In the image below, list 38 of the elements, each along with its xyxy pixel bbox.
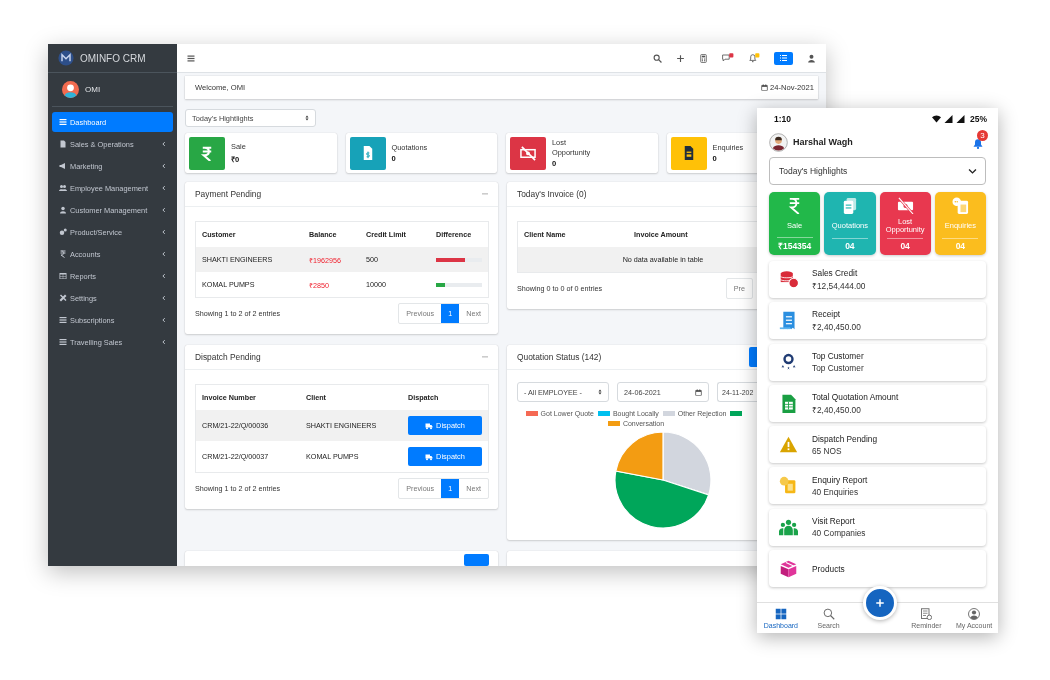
- notification-badge: 3: [977, 130, 988, 141]
- panel-title: Dispatch Pending: [195, 352, 261, 362]
- brand-name: OMINFO CRM: [80, 52, 146, 64]
- card-title: Dispatch Pending: [812, 433, 878, 444]
- card-title: Receipt: [812, 309, 842, 320]
- report-card[interactable]: Receipt ₹2,40,450.00: [769, 302, 986, 340]
- report-card[interactable]: Sales Credit ₹12,54,444.00: [769, 261, 986, 298]
- card-title: Visit Report: [812, 516, 856, 527]
- card-value: 65 NOS: [812, 445, 843, 456]
- card-title: Products: [812, 563, 845, 574]
- report-card[interactable]: Products: [769, 550, 986, 588]
- status-time: 1:10: [774, 114, 791, 124]
- user-name: Harshal Wagh: [793, 137, 853, 147]
- card-title: Enquiry Report: [812, 475, 868, 485]
- panel-title: Payment Pending: [195, 189, 262, 199]
- card-value: Top Customer: [812, 363, 864, 374]
- card-value: ₹2,40,450.00: [812, 321, 861, 333]
- report-card[interactable]: Total Quotation Amount ₹2,40,450.00: [769, 384, 986, 422]
- report-card[interactable]: Top Customer Top Customer: [769, 343, 986, 381]
- tile-value: 04: [831, 238, 868, 255]
- report-card[interactable]: Visit Report 40 Companies: [769, 508, 986, 546]
- card-value: 40 Companies: [812, 528, 866, 539]
- user-name: OMI: [85, 85, 101, 94]
- card-title: Sales Credit: [812, 268, 859, 278]
- report-card[interactable]: Dispatch Pending 65 NOS: [769, 426, 986, 464]
- panel-title: Today's Invoice (0): [517, 189, 587, 199]
- tile-value: ₹154354: [776, 237, 813, 255]
- card-value: ₹12,54,444.00: [812, 280, 866, 291]
- card-value: 40 Enquiries: [812, 487, 860, 497]
- tile-value: 04: [887, 238, 924, 255]
- period-dropdown[interactable]: Today's Highlights: [769, 157, 986, 185]
- report-card[interactable]: Enquiry Report 40 Enquiries: [769, 467, 986, 505]
- panel-title: Quotation Status (142): [517, 352, 602, 362]
- card-title: Top Customer: [812, 351, 864, 362]
- battery-text: 25%: [970, 114, 987, 124]
- tile-value: 04: [942, 238, 979, 255]
- card-value: ₹2,40,450.00: [812, 403, 862, 415]
- card-title: Total Quotation Amount: [812, 391, 899, 402]
